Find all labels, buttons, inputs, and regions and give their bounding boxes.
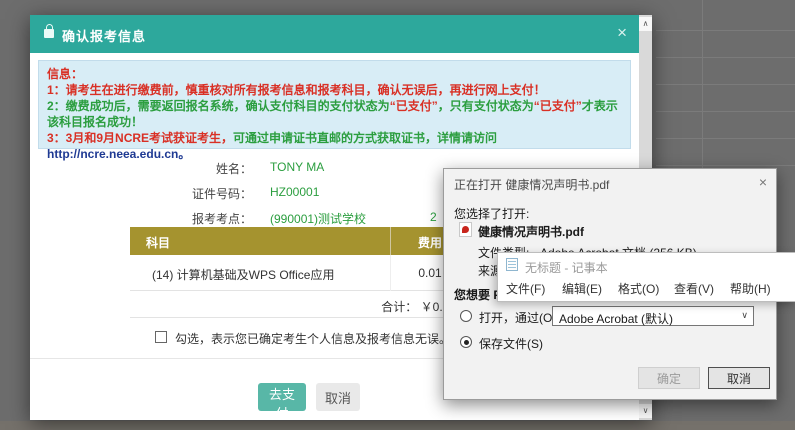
- open-with-app-select[interactable]: Adobe Acrobat (默认) ∨: [552, 306, 754, 326]
- exam-site-extra: 2: [430, 210, 437, 224]
- subject-column-header: 科目: [146, 234, 170, 251]
- menu-file[interactable]: 文件(F): [506, 280, 545, 297]
- open-with-label: 打开，通过(O): [479, 309, 556, 326]
- cancel-button[interactable]: 取消: [316, 383, 360, 411]
- id-number-value: HZ00001: [270, 185, 319, 199]
- fee-table-header: 科目 费用: [130, 227, 470, 255]
- menu-format[interactable]: 格式(O): [618, 280, 659, 297]
- background-grid-line: [656, 165, 795, 166]
- exam-site-value: (990001)测试学校: [270, 210, 366, 227]
- open-with-radio[interactable]: [460, 310, 472, 322]
- close-icon[interactable]: ×: [617, 23, 627, 43]
- ok-button[interactable]: 确定: [638, 367, 700, 389]
- notepad-menubar: 文件(F) 编辑(E) 格式(O) 查看(V) 帮助(H): [498, 277, 795, 297]
- go-pay-button[interactable]: 去支付: [258, 383, 306, 411]
- total-row: 合计： ￥0.01: [130, 292, 470, 318]
- scroll-down-icon[interactable]: ∨: [639, 404, 652, 418]
- notepad-icon: [506, 258, 518, 271]
- chosen-open-label: 您选择了打开:: [454, 205, 529, 222]
- confirm-checkbox-label: 勾选，表示您已确定考生个人信息及报考信息无误。: [175, 330, 451, 347]
- screen: 确认报考信息 × 信息： 1：请考生在进行缴费前，慎重核对所有报考信息和报考科目…: [0, 0, 795, 430]
- ncre-link[interactable]: http://ncre.neea.edu.cn。: [47, 147, 190, 161]
- notice-line3: 3：3月和9月NCRE考试获证考生，可通过申请证书直邮的方式获取证书，详情请访问…: [47, 130, 622, 162]
- background-grid-line: [656, 30, 795, 31]
- cancel-button[interactable]: 取消: [708, 367, 770, 389]
- menu-help[interactable]: 帮助(H): [730, 280, 771, 297]
- background-page-edge: [0, 421, 795, 430]
- modal-title: 确认报考信息: [62, 26, 146, 45]
- scroll-up-icon[interactable]: ∧: [639, 17, 652, 31]
- close-icon[interactable]: ×: [759, 174, 767, 190]
- notice-line1: 1：请考生在进行缴费前，慎重核对所有报考信息和报考科目，确认无误后，再进行网上支…: [47, 82, 622, 98]
- menu-edit[interactable]: 编辑(E): [562, 280, 602, 297]
- save-file-label: 保存文件(S): [479, 335, 543, 352]
- chevron-down-icon: ∨: [741, 310, 748, 321]
- confirm-checkbox[interactable]: [155, 331, 167, 343]
- total-label: 合计：: [381, 300, 417, 314]
- name-value: TONY MA: [270, 160, 324, 174]
- id-number-label: 证件号码：: [120, 185, 252, 202]
- notice-heading: 信息：: [47, 67, 83, 81]
- name-label: 姓名：: [120, 160, 252, 177]
- lock-icon: [44, 29, 54, 38]
- notepad-title: 无标题 - 记事本: [525, 259, 608, 276]
- save-file-radio[interactable]: [460, 336, 472, 348]
- background-grid-line: [656, 138, 795, 139]
- notice-line2: 2：缴费成功后，需要返回报名系统，确认支付科目的支付状态为“已支付”，只有支付状…: [47, 98, 622, 130]
- notepad-window[interactable]: 无标题 - 记事本 文件(F) 编辑(E) 格式(O) 查看(V) 帮助(H): [497, 252, 795, 302]
- subject-cell: (14) 计算机基础及WPS Office应用: [152, 266, 334, 283]
- exam-site-label: 报考考点：: [120, 210, 252, 227]
- open-with-app-value: Adobe Acrobat (默认): [559, 312, 673, 326]
- table-row: (14) 计算机基础及WPS Office应用 0.01: [130, 255, 470, 291]
- file-name: 健康情况声明书.pdf: [478, 223, 584, 240]
- modal-header: 确认报考信息 ×: [30, 15, 639, 53]
- menu-view[interactable]: 查看(V): [674, 280, 714, 297]
- notice-box: 信息： 1：请考生在进行缴费前，慎重核对所有报考信息和报考科目，确认无误后，再进…: [38, 60, 631, 149]
- background-grid-line: [656, 111, 795, 112]
- download-dialog-title: 正在打开 健康情况声明书.pdf: [454, 176, 609, 193]
- background-grid-line: [656, 84, 795, 85]
- pdf-file-icon: [459, 222, 472, 237]
- background-grid-line: [656, 57, 795, 58]
